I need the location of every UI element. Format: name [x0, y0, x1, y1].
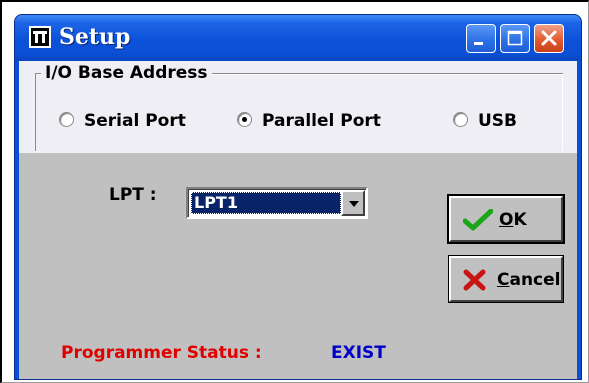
lpt-selected-value[interactable]: LPT1: [191, 192, 341, 214]
checkmark-icon: [463, 209, 493, 231]
window-title: Setup: [59, 24, 131, 50]
setup-dialog: Setup I/O Base Address Serial Port Paral…: [14, 14, 582, 380]
app-icon: [29, 26, 51, 48]
radio-circle[interactable]: [453, 111, 468, 127]
programmer-status-value: EXIST: [331, 343, 386, 363]
chevron-down-icon: [349, 201, 359, 207]
radio-label: USB: [478, 111, 518, 131]
ok-button[interactable]: OK: [449, 196, 563, 242]
maximize-icon: [507, 30, 523, 46]
group-legend: I/O Base Address: [41, 63, 212, 83]
programmer-status-label: Programmer Status :: [61, 343, 262, 363]
minimize-button[interactable]: [466, 24, 496, 53]
io-base-address-group: I/O Base Address Serial Port Parallel Po…: [19, 61, 577, 153]
ok-label: OK: [499, 210, 527, 230]
close-button[interactable]: [534, 24, 564, 53]
radio-dot: [242, 116, 247, 122]
dropdown-button[interactable]: [341, 190, 365, 216]
minimize-icon: [474, 42, 483, 45]
maximize-button[interactable]: [500, 24, 530, 53]
lpt-select[interactable]: LPT1: [186, 187, 368, 219]
title-bar[interactable]: Setup: [15, 15, 581, 61]
cancel-button[interactable]: Cancel: [449, 256, 563, 302]
radio-serial-port[interactable]: Serial Port: [59, 111, 186, 131]
dialog-client-area: I/O Base Address Serial Port Parallel Po…: [19, 61, 577, 379]
radio-parallel-port[interactable]: Parallel Port: [237, 111, 381, 131]
radio-circle-selected[interactable]: [237, 111, 252, 127]
lower-panel: LPT : LPT1 OK Cancel Programmer Status:…: [19, 153, 577, 379]
lpt-label: LPT :: [109, 185, 157, 205]
close-icon: [541, 30, 557, 46]
cancel-label: Cancel: [497, 270, 561, 290]
radio-usb[interactable]: USB: [453, 111, 517, 131]
radio-label: Parallel Port: [262, 111, 381, 131]
radio-circle[interactable]: [59, 111, 74, 127]
x-icon: [463, 269, 486, 291]
radio-label: Serial Port: [84, 111, 186, 131]
